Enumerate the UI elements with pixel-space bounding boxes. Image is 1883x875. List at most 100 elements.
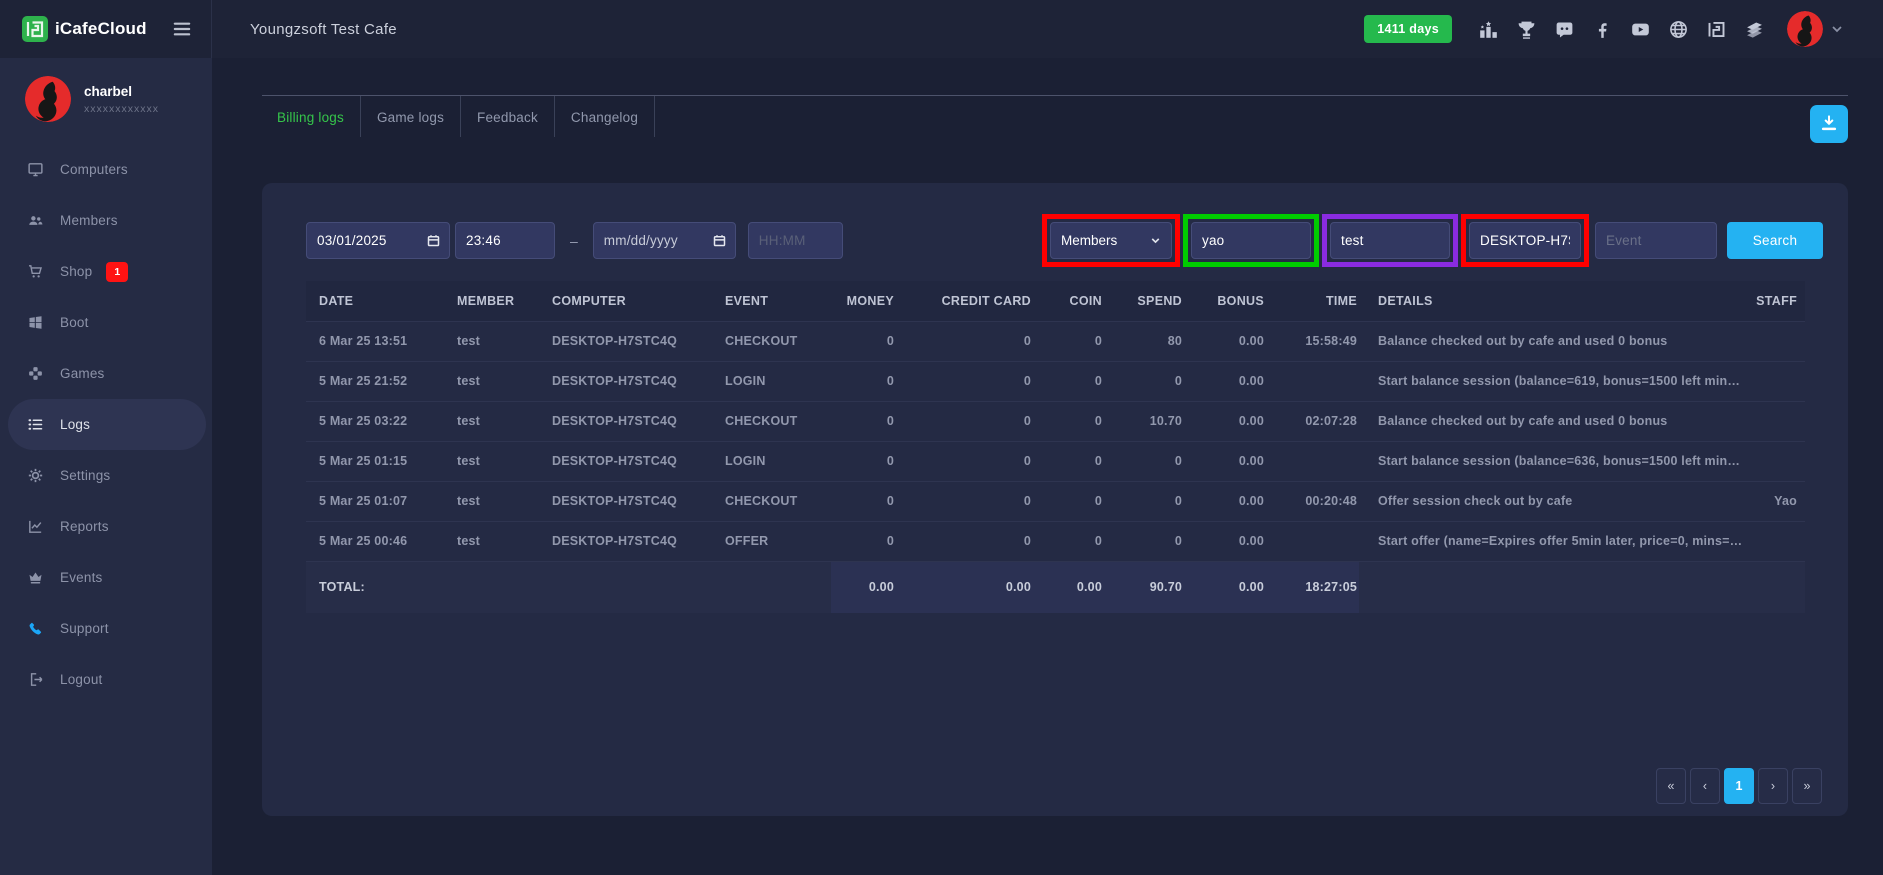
tab-feedback[interactable]: Feedback: [461, 96, 555, 137]
phone-icon: [27, 620, 44, 637]
cell-coin: 0: [1033, 401, 1104, 441]
cell-staff: [1745, 361, 1805, 401]
cell-coin: 0: [1033, 481, 1104, 521]
sidebar-item-support[interactable]: Support: [0, 603, 212, 654]
total-member: [444, 561, 539, 613]
filter-row: – Members: [262, 183, 1848, 267]
tab-billing-logs[interactable]: Billing logs: [262, 96, 361, 137]
range-separator: –: [570, 233, 578, 249]
time-to-input[interactable]: [748, 222, 843, 259]
cell-member: test: [444, 401, 539, 441]
sidebar-item-events[interactable]: Events: [0, 552, 212, 603]
member2-annotation-box: [1322, 214, 1458, 267]
sidebar-menu: ComputersMembersShop1BootGames Logs Settin…: [0, 144, 212, 705]
page-1-button[interactable]: 1: [1724, 768, 1754, 804]
last-page-button[interactable]: »: [1792, 768, 1822, 804]
facebook-icon[interactable]: [1592, 19, 1613, 40]
discord-icon[interactable]: [1554, 19, 1575, 40]
cell-money: 0: [831, 481, 896, 521]
col-time: TIME: [1266, 281, 1359, 321]
cell-money: 0: [831, 361, 896, 401]
table-row: 5 Mar 25 01:07testDESKTOP-H7STC4QCHECKOU…: [306, 481, 1805, 521]
tab-game-logs[interactable]: Game logs: [361, 96, 461, 137]
sidebar-item-settings[interactable]: Settings: [0, 450, 212, 501]
logo-text: iCafeCloud: [55, 19, 147, 39]
export-download-button[interactable]: [1810, 105, 1848, 143]
globe-icon[interactable]: [1668, 19, 1689, 40]
cell-member: test: [444, 321, 539, 361]
gear-icon: [27, 467, 44, 484]
sidebar-item-shop[interactable]: Shop1: [0, 246, 212, 297]
date-from-input[interactable]: [306, 222, 450, 259]
icafecloud-icon[interactable]: [1706, 19, 1727, 40]
gamepad-icon: [27, 365, 44, 382]
total-staff: [1745, 561, 1805, 613]
sidebar-item-logs[interactable]: Logs: [8, 399, 206, 450]
col-credit-card: CREDIT CARD: [896, 281, 1033, 321]
cell-details: Balance checked out by cafe and used 0 b…: [1359, 401, 1745, 441]
member-input[interactable]: [1191, 222, 1311, 259]
col-computer: COMPUTER: [539, 281, 712, 321]
youtube-icon[interactable]: [1630, 19, 1651, 40]
table-row: 5 Mar 25 01:15testDESKTOP-H7STC4QLOGIN00…: [306, 441, 1805, 481]
table-row: 5 Mar 25 00:46testDESKTOP-H7STC4QOFFER00…: [306, 521, 1805, 561]
member-type-select[interactable]: Members: [1050, 222, 1172, 259]
cell-credit-card: 0: [896, 401, 1033, 441]
search-button[interactable]: Search: [1727, 222, 1823, 259]
sidebar-user-card[interactable]: charbel xxxxxxxxxxxx: [0, 58, 212, 132]
app-logo[interactable]: iCafeCloud: [22, 16, 147, 42]
sidebar-item-reports[interactable]: Reports: [0, 501, 212, 552]
cell-computer: DESKTOP-H7STC4Q: [539, 401, 712, 441]
col-event: EVENT: [712, 281, 831, 321]
prev-page-button[interactable]: ‹: [1690, 768, 1720, 804]
user-avatar[interactable]: [1787, 11, 1823, 47]
total-spend: 90.70: [1104, 561, 1184, 613]
crown-icon: [27, 569, 44, 586]
layers-icon[interactable]: [1744, 19, 1765, 40]
sidebar-item-logout[interactable]: Logout: [0, 654, 212, 705]
computer-input[interactable]: [1469, 222, 1581, 259]
sidebar-item-boot[interactable]: Boot: [0, 297, 212, 348]
chevron-down-icon: [1149, 234, 1162, 247]
date-to-input[interactable]: [593, 222, 736, 259]
cell-spend: 10.70: [1104, 401, 1184, 441]
sidebar-item-computers[interactable]: Computers: [0, 144, 212, 195]
cell-member: test: [444, 441, 539, 481]
col-member: MEMBER: [444, 281, 539, 321]
sidebar-item-label: Logout: [60, 672, 103, 687]
cell-credit-card: 0: [896, 521, 1033, 561]
member2-input[interactable]: [1330, 222, 1450, 259]
total-details: [1359, 561, 1745, 613]
cell-staff: [1745, 401, 1805, 441]
sidebar-item-label: Reports: [60, 519, 109, 534]
cell-computer: DESKTOP-H7STC4Q: [539, 361, 712, 401]
sidebar-item-label: Events: [60, 570, 102, 585]
user-name: charbel: [84, 84, 159, 99]
next-page-button[interactable]: ›: [1758, 768, 1788, 804]
col-coin: COIN: [1033, 281, 1104, 321]
event-input[interactable]: [1595, 222, 1717, 259]
sidebar-item-label: Logs: [60, 417, 90, 432]
trophy-icon[interactable]: [1516, 19, 1537, 40]
table-header-row: DATEMEMBERCOMPUTEREVENTMONEYCREDIT CARDC…: [306, 281, 1805, 321]
chevron-down-icon[interactable]: [1829, 21, 1845, 37]
sidebar-item-members[interactable]: Members: [0, 195, 212, 246]
sidebar-item-label: Shop: [60, 264, 92, 279]
cell-time: 02:07:28: [1266, 401, 1359, 441]
sidebar: charbel xxxxxxxxxxxx ComputersMembersSho…: [0, 58, 212, 875]
hamburger-menu-icon[interactable]: [171, 18, 193, 40]
tab-changelog[interactable]: Changelog: [555, 96, 655, 137]
monitor-icon: [27, 161, 44, 178]
sidebar-item-label: Support: [60, 621, 109, 636]
first-page-button[interactable]: «: [1656, 768, 1686, 804]
cell-details: Offer session check out by cafe: [1359, 481, 1745, 521]
ranking-icon[interactable]: [1478, 19, 1499, 40]
time-from-input[interactable]: [455, 222, 555, 259]
cell-bonus: 0.00: [1184, 361, 1266, 401]
cell-spend: 0: [1104, 481, 1184, 521]
sidebar-item-games[interactable]: Games: [0, 348, 212, 399]
cell-time: [1266, 521, 1359, 561]
cell-time: 00:20:48: [1266, 481, 1359, 521]
logout-icon: [27, 671, 44, 688]
cell-event: CHECKOUT: [712, 481, 831, 521]
